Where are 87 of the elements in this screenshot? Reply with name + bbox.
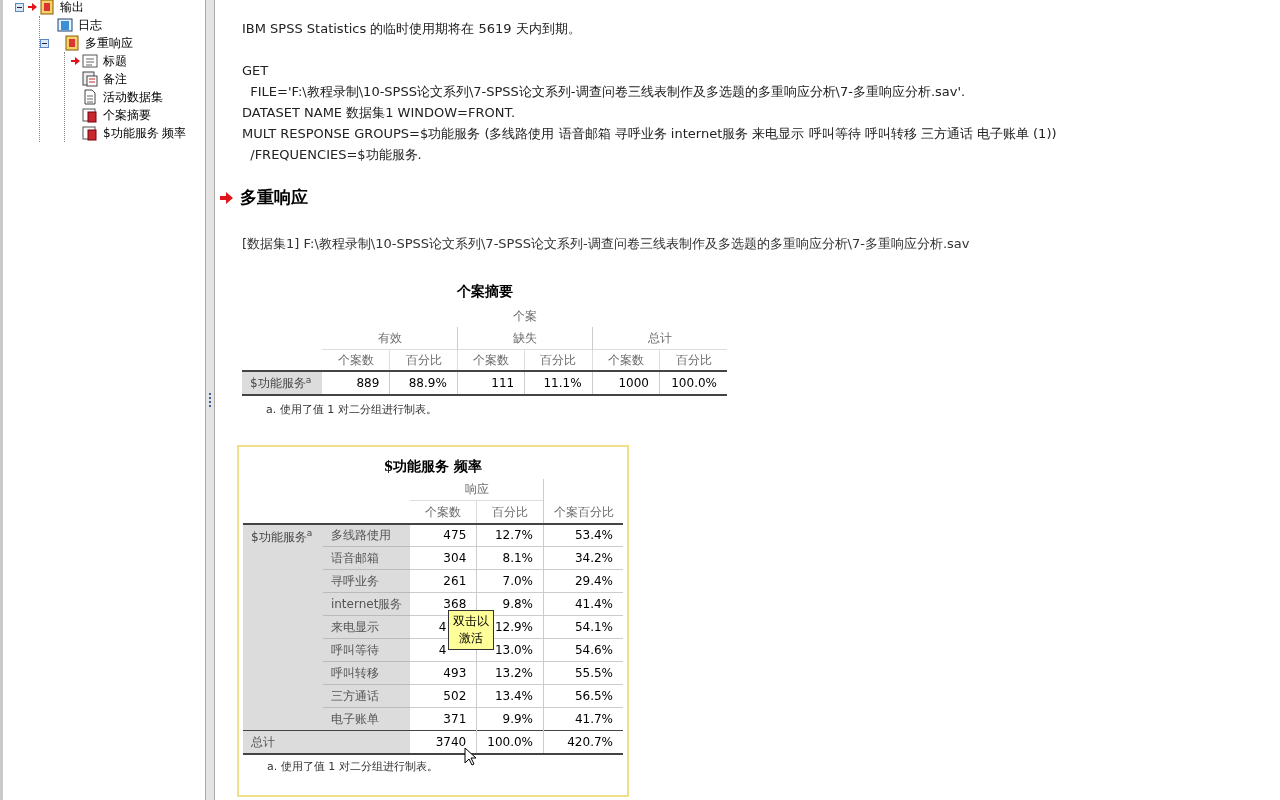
tree-item[interactable]: 活动数据集	[103, 88, 163, 106]
table-title: $功能服务 频率	[382, 456, 484, 476]
column-header: 个案	[512, 309, 537, 323]
row-header: 语音邮箱	[322, 546, 411, 570]
row-header: 寻呼业务	[322, 569, 411, 593]
collapse-toggle[interactable]	[15, 2, 24, 12]
table-cell: 502	[410, 684, 477, 708]
log-line: DATASET NAME 数据集1 WINDOW=FRONT.	[242, 104, 516, 122]
table-cell: 304	[410, 546, 477, 570]
table-icon	[82, 125, 98, 141]
column-header: 个案数	[473, 352, 509, 367]
collapse-toggle[interactable]	[40, 38, 49, 48]
table-cell: 420.7%	[543, 730, 623, 754]
table-cell: 1000	[592, 371, 660, 395]
row-header: 电子账单	[322, 707, 411, 731]
column-header: 百分比	[492, 504, 529, 519]
log-line: /FREQUENCIES=$功能服务.	[249, 146, 423, 164]
row-header: internet服务	[322, 592, 411, 616]
table-cell: 493	[410, 661, 477, 685]
table-icon	[82, 107, 98, 123]
tree-item[interactable]: $功能服务 频率	[103, 124, 187, 142]
book-icon	[57, 17, 73, 33]
tooltip: 双击以激活	[448, 609, 494, 650]
column-header: 个案数	[607, 352, 644, 367]
table-cell: 8.1%	[476, 546, 544, 570]
table-cell: 34.2%	[543, 546, 623, 570]
tree-item[interactable]: 多重响应	[85, 34, 133, 52]
table-cell: 88.9%	[389, 371, 458, 395]
column-header: 百分比	[405, 352, 442, 367]
tree-item[interactable]: 备注	[103, 70, 127, 88]
log-line: MULT RESPONSE GROUPS=$功能服务 (多线路使用 语音邮箱 寻呼业务 internet服务 来电显示 呼叫等待 呼叫转移 三方通话 电子账单 (1))	[242, 125, 1058, 143]
table-cell: 55.5%	[543, 661, 623, 685]
folder-book-icon	[64, 35, 80, 51]
tree-item[interactable]: 个案摘要	[103, 106, 151, 124]
table-cell: 41.4%	[543, 592, 623, 616]
row-header: 来电显示	[322, 615, 411, 639]
table-cell: 41.7%	[543, 707, 623, 731]
tree-item[interactable]: 日志	[78, 16, 102, 34]
row-header: 呼叫转移	[322, 661, 411, 685]
document-icon	[82, 89, 98, 105]
row-header: 呼叫等待	[322, 638, 411, 662]
table-title: 个案摘要	[455, 282, 514, 301]
row-header: 三方通话	[322, 684, 411, 708]
column-header: 响应	[464, 482, 489, 497]
table-cell: 13.4%	[476, 684, 544, 708]
notes-icon	[82, 71, 98, 87]
log-line: IBM SPSS Statistics 的临时使用期将在 5619 天内到期。	[242, 20, 582, 38]
table-cell: 261	[410, 569, 477, 593]
column-header: 总计	[647, 330, 672, 345]
table-cell: 13.2%	[476, 661, 544, 685]
table-cell: 54.6%	[543, 638, 623, 662]
tree-item[interactable]: 标题	[103, 52, 127, 70]
table-cell: 100.0%	[476, 730, 544, 754]
table-cell: 56.5%	[543, 684, 623, 708]
table-footnote: a. 使用了值 1 对二分组进行制表。	[267, 758, 439, 775]
row-header: $功能服务$^{a}$	[243, 523, 323, 731]
table-cell: 9.9%	[476, 707, 544, 731]
column-header: 缺失	[512, 330, 537, 345]
column-header: 个案数	[337, 352, 374, 367]
section-heading: 多重响应	[240, 186, 308, 209]
column-header: 有效	[377, 330, 402, 345]
table-cell: 7.0%	[476, 569, 544, 593]
table-cell: 889	[322, 371, 390, 395]
row-header: 总计	[243, 730, 411, 754]
table-cell: 371	[410, 707, 477, 731]
row-header: $功能服务$^{a}$	[242, 371, 323, 395]
table-cell: 111	[457, 371, 525, 395]
table-cell: 3740	[410, 730, 477, 754]
column-header: 个案百分比	[553, 504, 614, 519]
log-line: GET	[242, 62, 270, 80]
column-header: 百分比	[540, 352, 577, 367]
column-header: 百分比	[675, 352, 712, 367]
log-line: FILE='F:\教程录制\10-SPSS论文系列\7-SPSS论文系列-调查问卷三线表制作及多选题的多重响应分析\7-多重响应分析.sav'.	[249, 83, 967, 101]
table-cell: 12.7%	[476, 523, 544, 547]
folder-book-icon	[39, 0, 55, 15]
table-cell: 475	[410, 523, 477, 547]
dataset-path: [数据集1] F:\教程录制\10-SPSS论文系列\7-SPSS论文系列-调查问卷三线表制作及多选题的多重响应分析\7-多重响应分析.sav	[242, 234, 971, 253]
tree-item[interactable]: 输出	[60, 0, 84, 16]
table-cell: 53.4%	[543, 523, 623, 547]
column-header: 个案数	[425, 504, 462, 519]
table-cell: 100.0%	[659, 371, 727, 395]
table-cell: 54.1%	[543, 615, 623, 639]
table-footnote: a. 使用了值 1 对二分组进行制表。	[266, 402, 438, 418]
table-cell: 11.1%	[524, 371, 593, 395]
document-icon	[82, 53, 98, 69]
cursor-icon	[464, 746, 476, 766]
table-cell: 29.4%	[543, 569, 623, 593]
